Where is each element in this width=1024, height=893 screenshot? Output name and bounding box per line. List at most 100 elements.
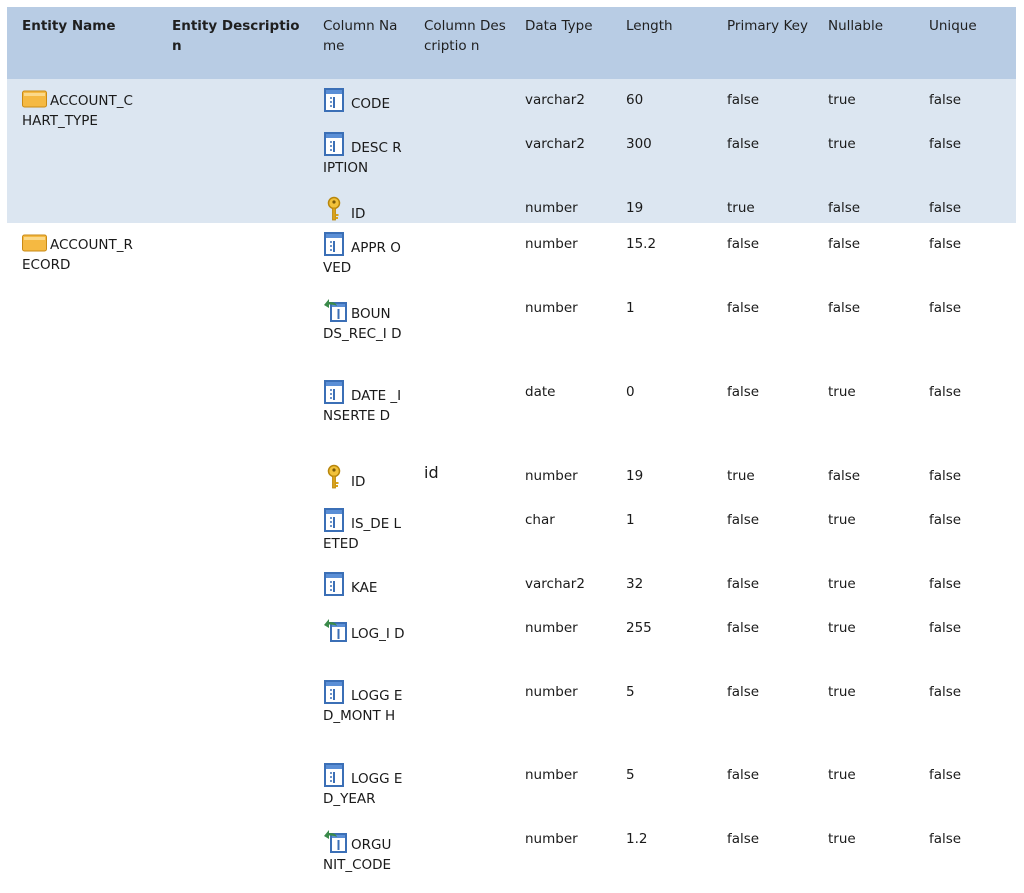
nullable-cell: true [828, 136, 856, 152]
length-cell: 0 [626, 384, 635, 400]
length-cell: 1 [626, 300, 635, 316]
entity-name-cell [7, 287, 157, 298]
header-column-name: Column Name [323, 18, 398, 54]
header-entity-name: Entity Name [22, 18, 116, 34]
entity-name-cell [7, 371, 157, 382]
primary-key-cell: false [727, 620, 760, 636]
nullable-cell: false [828, 236, 861, 252]
table-row: LOGG ED_YEAR number 5 false true false [7, 754, 1016, 818]
entity-description-cell [157, 671, 308, 682]
column-icon [323, 680, 349, 704]
nullable-cell: true [828, 831, 856, 847]
entity-name[interactable]: ACCOUNT_C HART_TYPE [22, 90, 142, 131]
column-name-cell: LOGG ED_YEAR [308, 754, 409, 809]
table-row: DESC RIPTION varchar2 300 false true false [7, 123, 1016, 187]
foreign-key-icon [323, 616, 349, 642]
column-name-cell: CODE [308, 79, 409, 114]
entity-name-cell [7, 455, 157, 466]
unique-cell: false [929, 512, 962, 528]
unique-cell: false [929, 384, 962, 400]
table-row: LOGG ED_MONT H number 5 false true false [7, 671, 1016, 754]
column-description-cell [409, 371, 510, 379]
length-cell: 60 [626, 92, 644, 108]
key-icon [323, 464, 349, 489]
column-icon [323, 232, 349, 256]
table-row: IS_DE LETED char 1 false true false [7, 499, 1016, 563]
entity-description-cell [157, 818, 308, 829]
primary-key-cell: false [727, 576, 760, 592]
entity-name-cell [7, 818, 157, 829]
table-row: BOUN DS_REC_I D number 1 false false false [7, 287, 1016, 371]
column-name-cell: ID [308, 455, 409, 492]
unique-cell: false [929, 200, 962, 216]
entity-description-cell [157, 223, 308, 234]
header-primary-key: Primary Key [727, 18, 808, 34]
column-icon [323, 763, 349, 787]
column-name-label: ID [351, 206, 366, 222]
entity-description-cell [157, 607, 308, 618]
table-row: KAE varchar2 32 false true false [7, 563, 1016, 607]
data-type-cell: number [525, 620, 578, 636]
entity-name[interactable]: ACCOUNT_R ECORD [22, 234, 142, 275]
nullable-cell: true [828, 620, 856, 636]
column-icon [323, 572, 349, 596]
foreign-key-icon [323, 827, 349, 853]
length-cell: 300 [626, 136, 652, 152]
column-name-label: KAE [351, 580, 378, 596]
column-name-cell: LOG_I D [308, 607, 409, 644]
data-type-cell: number [525, 767, 578, 783]
table-row: APPR OVED number 15.2 false false false [7, 223, 1016, 287]
header-length: Length [626, 18, 673, 34]
entity-name-cell [7, 187, 157, 198]
column-icon [323, 380, 349, 404]
entity-name-cell [7, 607, 157, 618]
nullable-cell: false [828, 200, 861, 216]
column-description-cell [409, 607, 510, 615]
unique-cell: false [929, 767, 962, 783]
data-type-cell: date [525, 384, 556, 400]
data-type-cell: varchar2 [525, 136, 585, 152]
entity-name-cell [7, 499, 157, 510]
unique-cell: false [929, 576, 962, 592]
header-unique: Unique [929, 18, 977, 34]
entity-group: ACCOUNT_C HART_TYPE CODE varchar2 60 false tr… [7, 79, 1016, 223]
entity-description-cell [157, 455, 308, 466]
unique-cell: false [929, 831, 962, 847]
unique-cell: false [929, 236, 962, 252]
column-name-cell: IS_DE LETED [308, 499, 409, 554]
data-type-cell: char [525, 512, 555, 528]
length-cell: 1 [626, 512, 635, 528]
entity-description-cell [157, 187, 308, 198]
column-description-cell [409, 754, 510, 762]
length-cell: 5 [626, 684, 635, 700]
entity-name-cell [7, 79, 157, 90]
data-type-cell: number [525, 468, 578, 484]
table-body: ACCOUNT_C HART_TYPE CODE varchar2 60 false tr… [7, 79, 1016, 873]
entity-description-cell [157, 563, 308, 574]
column-description-cell [409, 79, 510, 87]
unique-cell: false [929, 136, 962, 152]
table-row: DATE _INSERTE D date 0 false true false [7, 371, 1016, 455]
header-column-description: Column Descriptio n [424, 18, 506, 54]
column-description-cell [409, 671, 510, 679]
column-name-cell: ORGU NIT_CODE [308, 818, 409, 875]
primary-key-cell: false [727, 684, 760, 700]
length-cell: 15.2 [626, 236, 657, 252]
primary-key-cell: false [727, 300, 760, 316]
column-description-cell: id [424, 463, 439, 482]
nullable-cell: true [828, 92, 856, 108]
column-description-cell [409, 187, 510, 195]
data-type-cell: number [525, 236, 578, 252]
table-row: ID id number 19 true false false [7, 455, 1016, 499]
header-data-type: Data Type [525, 18, 593, 34]
length-cell: 255 [626, 620, 652, 636]
unique-cell: false [929, 684, 962, 700]
entity-name-cell [7, 563, 157, 574]
primary-key-cell: false [727, 831, 760, 847]
data-type-cell: varchar2 [525, 92, 585, 108]
column-name-label: ID [351, 474, 366, 490]
length-cell: 32 [626, 576, 644, 592]
column-icon [323, 508, 349, 532]
table-header: Entity Name Entity Description Column Na… [7, 7, 1016, 79]
column-name-cell: ID [308, 187, 409, 224]
